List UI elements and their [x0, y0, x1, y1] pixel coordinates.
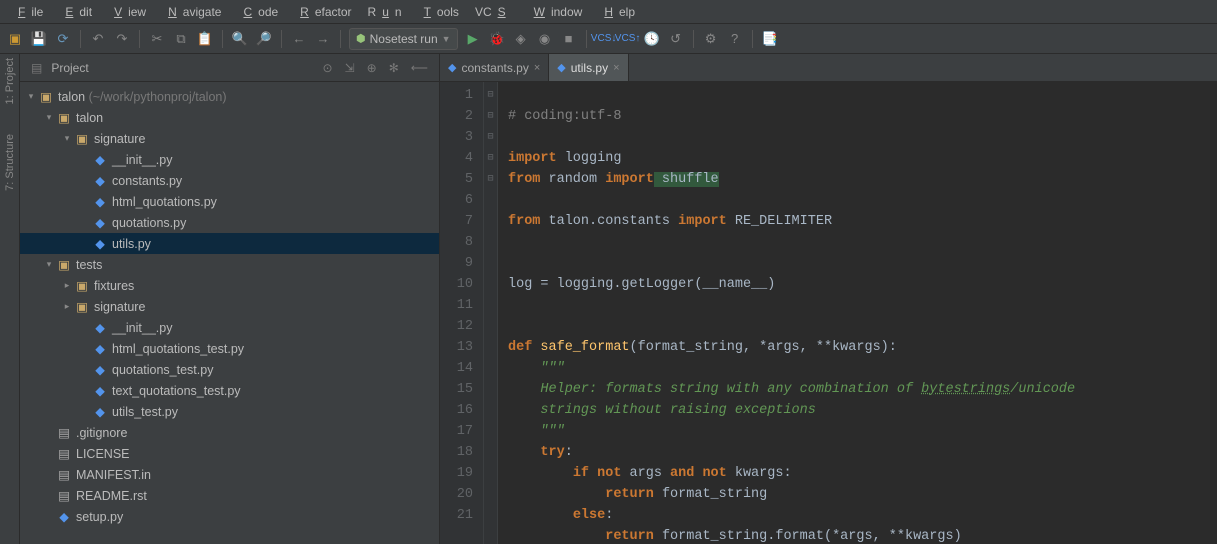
python-file-icon: ◆ [448, 61, 456, 74]
tree-item[interactable]: ◆__init__.py [20, 317, 439, 338]
menu-vcs[interactable]: VCS [469, 3, 518, 21]
tree-item[interactable]: ◆utils.py [20, 233, 439, 254]
misc-icon[interactable]: 📑 [761, 30, 779, 48]
tool-structure[interactable]: 7: Structure [4, 134, 16, 191]
menu-refactor[interactable]: Refactor [288, 3, 357, 21]
profile-icon[interactable]: ◉ [536, 30, 554, 48]
stop-icon[interactable]: ■ [560, 30, 578, 48]
tree-item[interactable]: ▾▣signature [20, 128, 439, 149]
expand-icon[interactable]: ⇲ [342, 61, 358, 75]
vcs-commit-icon[interactable]: VCS↑ [619, 30, 637, 48]
menu-navigate[interactable]: Navigate [156, 3, 227, 21]
toolbar: ▣ 💾 ⟳ ↶ ↷ ✂ ⧉ 📋 🔍 🔎 ← → ⬢ Nosetest run ▼… [0, 24, 1217, 54]
coverage-icon[interactable]: ◈ [512, 30, 530, 48]
find-icon[interactable]: 🔍 [231, 30, 249, 48]
back-icon[interactable]: ← [290, 30, 308, 48]
vcs-update-icon[interactable]: VCS↓ [595, 30, 613, 48]
editor-pane: ◆ constants.py × ◆ utils.py × 1 2 3 4 5 … [440, 54, 1217, 544]
tree-item[interactable]: ◆quotations_test.py [20, 359, 439, 380]
tree-item[interactable]: ◆setup.py [20, 506, 439, 527]
menu-help[interactable]: Help [592, 3, 641, 21]
cut-icon[interactable]: ✂ [148, 30, 166, 48]
paste-icon[interactable]: 📋 [196, 30, 214, 48]
fold-gutter[interactable]: ⊟⊟⊟⊟⊟ [484, 82, 498, 544]
forward-icon[interactable]: → [314, 30, 332, 48]
tree-item[interactable]: ◆html_quotations_test.py [20, 338, 439, 359]
tab-label: constants.py [461, 61, 528, 75]
root-label: talon [58, 90, 85, 104]
menu-code[interactable]: Code [231, 3, 284, 21]
collapse-icon[interactable]: ⊙ [320, 61, 336, 75]
close-icon[interactable]: × [534, 62, 540, 74]
tool-project[interactable]: 1: Project [4, 58, 16, 104]
close-icon[interactable]: × [613, 62, 619, 74]
hide-icon[interactable]: ⟵ [408, 61, 431, 75]
code-content[interactable]: # coding:utf-8 import logging from rando… [498, 82, 1075, 544]
vcs-revert-icon[interactable]: ↺ [667, 30, 685, 48]
tree-item[interactable]: ▸▣fixtures [20, 275, 439, 296]
settings-icon[interactable]: ✻ [386, 61, 402, 75]
project-view-icon[interactable]: ▤ [28, 61, 45, 75]
menu-window[interactable]: Window [522, 3, 589, 21]
code-area[interactable]: 1 2 3 4 5 6 7 8 9 10 11 12 13 14 15 16 1… [440, 82, 1217, 544]
project-sidebar: ▤ Project ⊙ ⇲ ⊕ ✻ ⟵ ▾▣ talon (~/work/pyt… [20, 54, 440, 544]
left-tool-rail: 1: Project 7: Structure [0, 54, 20, 544]
tree-item[interactable]: ▤LICENSE [20, 443, 439, 464]
menubar: File Edit View Navigate Code Refactor Ru… [0, 0, 1217, 24]
menu-run[interactable]: Run [362, 3, 408, 21]
tree-item[interactable]: ▾▣talon [20, 107, 439, 128]
tree-item[interactable]: ▤MANIFEST.in [20, 464, 439, 485]
tree-item[interactable]: ◆quotations.py [20, 212, 439, 233]
tree-item[interactable]: ◆html_quotations.py [20, 191, 439, 212]
run-config-label: Nosetest run [370, 32, 438, 46]
root-path: (~/work/pythonproj/talon) [89, 90, 227, 104]
open-icon[interactable]: ▣ [6, 30, 24, 48]
run-icon[interactable]: ▶ [464, 30, 482, 48]
tree-item[interactable]: ◆__init__.py [20, 149, 439, 170]
menu-view[interactable]: View [102, 3, 152, 21]
replace-icon[interactable]: 🔎 [255, 30, 273, 48]
undo-icon[interactable]: ↶ [89, 30, 107, 48]
project-tree: ▾▣ talon (~/work/pythonproj/talon) ▾▣tal… [20, 82, 439, 531]
redo-icon[interactable]: ↷ [113, 30, 131, 48]
tab-utils[interactable]: ◆ utils.py × [549, 54, 628, 81]
settings-icon[interactable]: ⚙ [702, 30, 720, 48]
run-config-select[interactable]: ⬢ Nosetest run ▼ [349, 28, 458, 50]
tree-item[interactable]: ▤.gitignore [20, 422, 439, 443]
sidebar-title: Project [51, 61, 313, 75]
sync-icon[interactable]: ⟳ [54, 30, 72, 48]
python-file-icon: ◆ [557, 61, 565, 74]
tree-item[interactable]: ▸▣signature [20, 296, 439, 317]
tree-root[interactable]: ▾▣ talon (~/work/pythonproj/talon) [20, 86, 439, 107]
line-gutter: 1 2 3 4 5 6 7 8 9 10 11 12 13 14 15 16 1… [440, 82, 484, 544]
menu-tools[interactable]: Tools [412, 3, 465, 21]
locate-icon[interactable]: ⊕ [364, 61, 380, 75]
tree-item[interactable]: ◆constants.py [20, 170, 439, 191]
vcs-history-icon[interactable]: 🕓 [643, 30, 661, 48]
help-icon[interactable]: ? [726, 30, 744, 48]
tree-item[interactable]: ◆text_quotations_test.py [20, 380, 439, 401]
editor-tabs: ◆ constants.py × ◆ utils.py × [440, 54, 1217, 82]
menu-file[interactable]: File [6, 3, 49, 21]
python-icon: ⬢ [356, 32, 366, 45]
tab-label: utils.py [571, 61, 608, 75]
chevron-down-icon: ▼ [442, 34, 451, 44]
tree-item[interactable]: ▾▣tests [20, 254, 439, 275]
copy-icon[interactable]: ⧉ [172, 30, 190, 48]
tree-item[interactable]: ▤README.rst [20, 485, 439, 506]
save-icon[interactable]: 💾 [30, 30, 48, 48]
tree-item[interactable]: ◆utils_test.py [20, 401, 439, 422]
tab-constants[interactable]: ◆ constants.py × [440, 54, 549, 81]
debug-icon[interactable]: 🐞 [488, 30, 506, 48]
menu-edit[interactable]: Edit [53, 3, 98, 21]
sidebar-header: ▤ Project ⊙ ⇲ ⊕ ✻ ⟵ [20, 54, 439, 82]
